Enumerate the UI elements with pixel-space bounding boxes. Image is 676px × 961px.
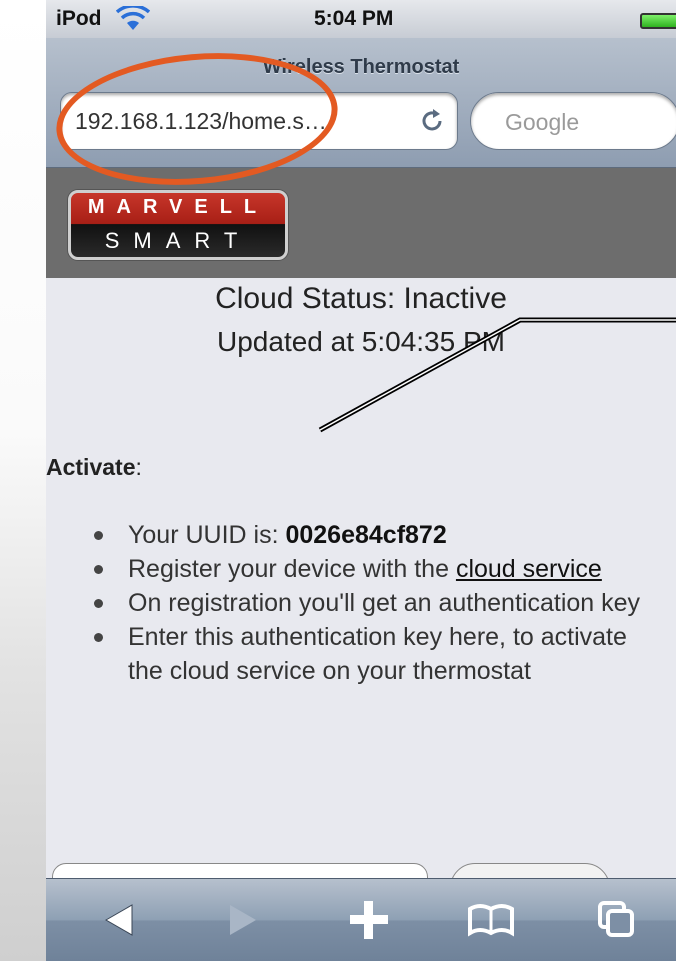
- enter-key-text: Enter this authentication key here, to a…: [128, 623, 627, 685]
- register-prefix: Register your device with the: [128, 555, 456, 583]
- book-icon[interactable]: [466, 897, 516, 943]
- clock: 5:04 PM: [314, 7, 394, 30]
- registration-text: On registration you'll get an authentica…: [128, 589, 641, 617]
- annotation-pointer-line: [318, 317, 676, 433]
- site-header: MARVELL SMART: [46, 168, 676, 278]
- logo-line2: SMART: [104, 228, 252, 253]
- wifi-icon: [116, 6, 150, 30]
- activate-heading: Activate:: [46, 454, 142, 481]
- page-content: Cloud Status: Inactive Updated at 5:04:3…: [46, 278, 676, 913]
- list-item: Register your device with the cloud serv…: [86, 552, 666, 586]
- activation-steps: Your UUID is: 0026e84cf872 Register your…: [86, 518, 666, 688]
- plus-icon[interactable]: [344, 897, 394, 943]
- uuid-prefix: Your UUID is:: [128, 521, 286, 549]
- list-item: On registration you'll get an authentica…: [86, 586, 666, 620]
- browser-toolbar: [46, 878, 676, 961]
- search-placeholder: Google: [505, 109, 580, 135]
- activate-label: Activate: [46, 454, 136, 480]
- list-item: Enter this authentication key here, to a…: [86, 620, 666, 688]
- carrier-label: iPod: [56, 7, 102, 30]
- activate-colon: :: [135, 454, 142, 480]
- back-arrow-icon[interactable]: [98, 897, 148, 943]
- uuid-value: 0026e84cf872: [285, 521, 447, 549]
- logo-line1: MARVELL: [87, 196, 269, 218]
- search-field[interactable]: Google: [470, 92, 676, 150]
- ipod-screen: iPod 5:04 PM Wireless Thermostat 192.168…: [46, 0, 676, 961]
- status-bar: iPod 5:04 PM: [46, 0, 676, 38]
- cloud-service-link[interactable]: cloud service: [456, 555, 602, 583]
- pages-icon[interactable]: [592, 897, 642, 943]
- left-gradient-strip: [0, 0, 46, 961]
- list-item: Your UUID is: 0026e84cf872: [86, 518, 666, 552]
- marvell-smart-logo: MARVELL SMART: [68, 190, 288, 260]
- reload-icon[interactable]: [417, 106, 447, 136]
- battery-icon: [640, 13, 676, 29]
- forward-arrow-icon[interactable]: [214, 897, 264, 943]
